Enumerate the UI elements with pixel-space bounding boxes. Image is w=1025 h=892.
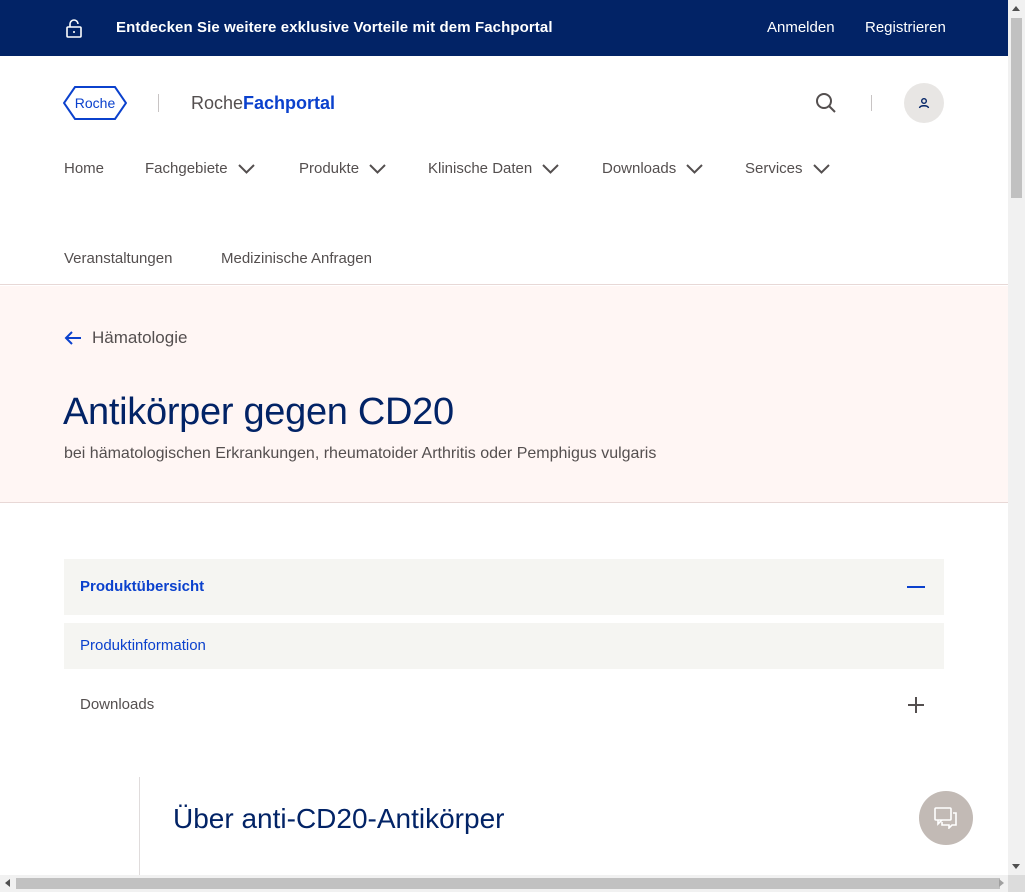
chevron-down-icon: [542, 163, 559, 174]
back-link[interactable]: Hämatologie: [64, 328, 187, 348]
chevron-down-icon: [812, 163, 830, 174]
chevron-down-icon: [237, 163, 255, 174]
search-icon[interactable]: [815, 92, 837, 114]
horizontal-scroll-thumb[interactable]: [16, 878, 1000, 889]
section-title: Über anti-CD20-Antikörper: [173, 803, 505, 834]
hero-section: Hämatologie Antikörper gegen CD20 bei hä…: [0, 286, 1008, 503]
login-link[interactable]: Anmelden: [767, 19, 835, 36]
scroll-down-arrow[interactable]: [1012, 864, 1020, 869]
brand-name[interactable]: RocheFachportal: [191, 93, 335, 114]
nav-item-klinische-daten[interactable]: Klinische Daten: [428, 160, 559, 177]
vertical-scroll-thumb[interactable]: [1011, 18, 1022, 198]
accordion-link-produktinformation[interactable]: Produktinformation: [64, 623, 944, 669]
nav-item-produkte[interactable]: Produkte: [299, 160, 386, 177]
nav-item-services[interactable]: Services: [745, 160, 830, 177]
vertical-scrollbar[interactable]: [1008, 0, 1025, 875]
accordion-title: Downloads: [80, 696, 155, 713]
back-link-label: Hämatologie: [92, 328, 188, 347]
accordion-title: Produktübersicht: [80, 578, 205, 595]
chat-icon: [934, 807, 957, 829]
expand-icon[interactable]: [907, 696, 925, 714]
accordion-downloads[interactable]: Downloads: [64, 677, 944, 733]
roche-logo[interactable]: Roche: [63, 86, 127, 120]
nav-item-downloads[interactable]: Downloads: [602, 160, 703, 177]
nav-label: Downloads: [602, 160, 677, 177]
site-header: Roche RocheFachportal Home Fachgebiete P…: [0, 56, 1008, 285]
nav-item-fachgebiete[interactable]: Fachgebiete: [145, 160, 255, 177]
nav-item-veranstaltungen[interactable]: Veranstaltungen: [64, 250, 172, 267]
nav-label: Produkte: [299, 160, 360, 177]
register-link[interactable]: Registrieren: [865, 19, 946, 36]
horizontal-scrollbar[interactable]: [0, 875, 1008, 892]
nav-label: Services: [745, 160, 803, 177]
header-divider-2: [871, 95, 872, 111]
nav-item-medizinische-anfragen[interactable]: Medizinische Anfragen: [221, 250, 372, 267]
accordion-link-label: Produktinformation: [80, 637, 206, 654]
promo-banner: Entdecken Sie weitere exklusive Vorteile…: [0, 0, 1008, 56]
chevron-down-icon: [686, 163, 703, 174]
scroll-right-arrow[interactable]: [999, 879, 1004, 887]
nav-item-home[interactable]: Home: [64, 160, 104, 177]
scroll-up-arrow[interactable]: [1012, 6, 1020, 11]
chat-button[interactable]: [919, 791, 973, 845]
scrollbar-corner: [1008, 875, 1025, 892]
user-account-button[interactable]: [904, 83, 944, 123]
collapse-icon[interactable]: [907, 586, 925, 588]
user-icon: [918, 98, 930, 109]
brand-suffix: Fachportal: [243, 93, 336, 113]
promo-text: Entdecken Sie weitere exklusive Vorteile…: [116, 19, 553, 36]
nav-label: Klinische Daten: [428, 160, 533, 177]
nav-label: Fachgebiete: [145, 160, 228, 177]
unlock-icon: [66, 19, 82, 38]
logo-text: Roche: [75, 95, 116, 111]
nav-label: Home: [64, 160, 105, 177]
scroll-left-arrow[interactable]: [5, 879, 10, 887]
arrow-left-icon: [64, 331, 81, 345]
page-subtitle: bei hämatologischen Erkrankungen, rheuma…: [64, 445, 657, 462]
accordion-produktuebersicht[interactable]: Produktübersicht: [64, 559, 944, 615]
page-title: Antikörper gegen CD20: [63, 391, 454, 433]
content-divider: [139, 777, 140, 877]
chevron-down-icon: [369, 163, 386, 174]
header-divider: [158, 94, 159, 112]
brand-prefix: Roche: [191, 93, 244, 113]
